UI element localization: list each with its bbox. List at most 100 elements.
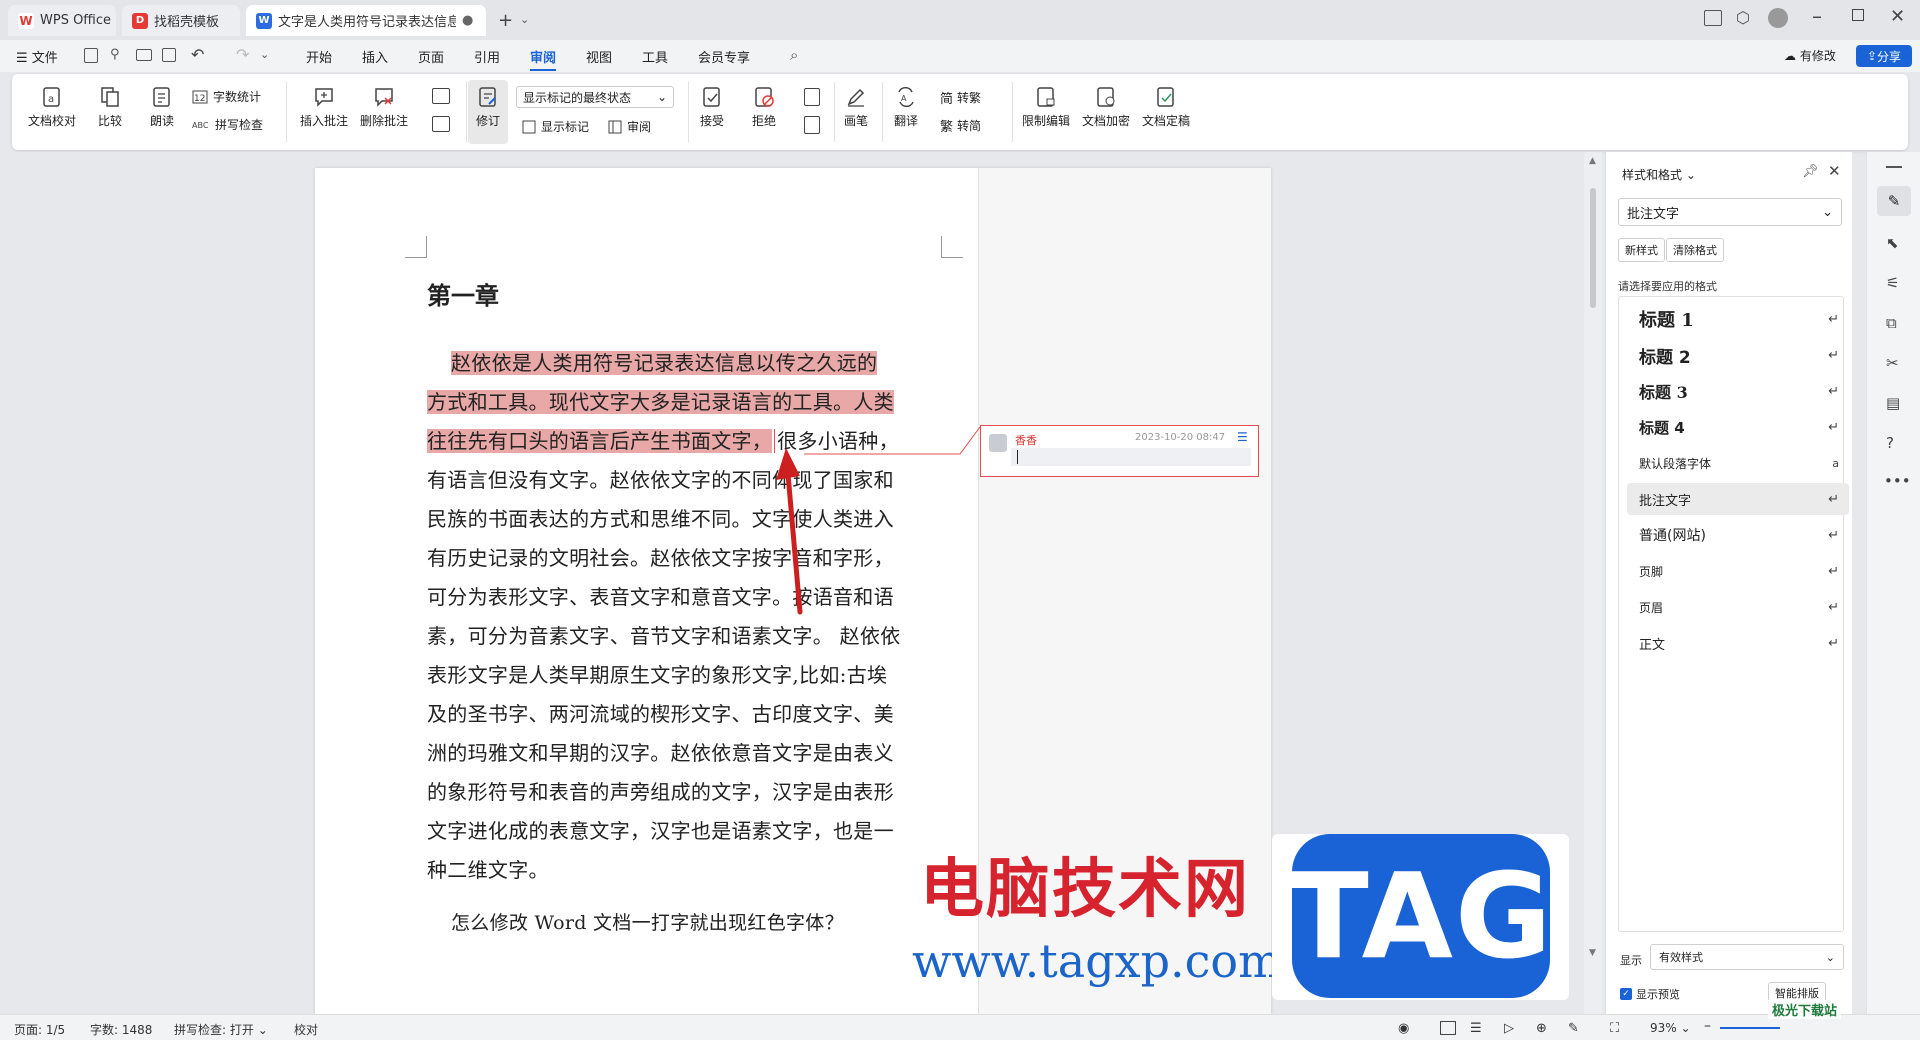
style-item-heading-2[interactable]: 标题 2 ↵: [1627, 339, 1849, 371]
help-icon[interactable]: ?: [1886, 434, 1894, 452]
more-chevron-icon[interactable]: ⌄: [260, 48, 269, 61]
new-style-button[interactable]: 新样式: [1618, 238, 1665, 262]
menu-tools[interactable]: 工具: [642, 47, 668, 66]
insert-comment-button[interactable]: 插入批注: [300, 86, 348, 129]
page-indicator[interactable]: 页面: 1/5: [14, 1021, 65, 1038]
book-icon[interactable]: ▤: [1886, 394, 1900, 412]
sliders-icon[interactable]: ⚟: [1886, 274, 1899, 292]
show-filter-select[interactable]: 有效样式 ⌄: [1650, 944, 1844, 970]
menu-insert[interactable]: 插入: [362, 47, 388, 66]
redo-icon[interactable]: ↷: [236, 45, 249, 64]
review-pane-button[interactable]: 审阅: [608, 118, 651, 135]
layout-icon[interactable]: [1704, 10, 1722, 26]
spell-check-button[interactable]: ABC 拼写检查: [192, 116, 263, 133]
track-changes-button[interactable]: 修订: [468, 80, 508, 144]
style-item-header[interactable]: 页眉 ↵: [1627, 591, 1849, 623]
print-preview-icon[interactable]: [162, 48, 176, 62]
style-item-default-font[interactable]: 默认段落字体 a: [1627, 447, 1849, 479]
next-change-icon[interactable]: [804, 116, 820, 134]
image-edit-icon[interactable]: ⧉: [1886, 314, 1897, 332]
reject-button[interactable]: 拒绝: [752, 86, 776, 129]
spell-check-status[interactable]: 拼写检查: 打开 ⌄: [174, 1021, 268, 1038]
web-view-icon[interactable]: ⊕: [1536, 1021, 1547, 1036]
to-traditional-button[interactable]: 简 转繁: [940, 88, 981, 107]
show-markup-button[interactable]: 显示标记: [522, 118, 589, 135]
menu-view[interactable]: 视图: [586, 47, 612, 66]
style-item-heading-1[interactable]: 标题 1 ↵: [1627, 303, 1849, 335]
select-cursor-icon[interactable]: ⬉: [1886, 234, 1899, 252]
next-comment-icon[interactable]: [432, 116, 450, 132]
avatar[interactable]: [1768, 8, 1788, 28]
eye-protect-icon[interactable]: ◉: [1398, 1021, 1409, 1036]
share-button[interactable]: ⇪ 分享: [1856, 45, 1912, 67]
style-item-normal-web[interactable]: 普通(网站) ↵: [1627, 519, 1849, 551]
proof-status[interactable]: 校对: [294, 1021, 318, 1038]
tab-wps-office[interactable]: W WPS Office: [8, 5, 116, 36]
menu-review[interactable]: 审阅: [530, 47, 557, 71]
scrollbar-thumb[interactable]: [1590, 188, 1596, 308]
scroll-up-icon[interactable]: ▲: [1589, 156, 1596, 166]
tools-icon[interactable]: ✂: [1886, 354, 1899, 372]
style-item-comment-text[interactable]: 批注文字 ↵: [1627, 483, 1849, 515]
prev-change-icon[interactable]: [804, 88, 820, 106]
style-item-body[interactable]: 正文 ↵: [1627, 627, 1849, 659]
restore-icon[interactable]: [1852, 9, 1864, 21]
collapse-icon[interactable]: [1886, 166, 1902, 168]
undo-icon[interactable]: ↶: [191, 45, 204, 64]
cube-icon[interactable]: ⬡: [1736, 8, 1750, 27]
minimize-icon[interactable]: –: [1812, 4, 1822, 28]
page-view-icon[interactable]: [1440, 1021, 1456, 1035]
menu-references[interactable]: 引用: [474, 47, 500, 66]
more-icon[interactable]: •••: [1884, 472, 1911, 490]
zoom-level[interactable]: 93% ⌄: [1650, 1021, 1691, 1035]
outline-view-icon[interactable]: ☰: [1470, 1021, 1482, 1036]
menu-page[interactable]: 页面: [418, 47, 444, 66]
compare-button[interactable]: 比较: [98, 86, 122, 129]
prev-comment-icon[interactable]: [432, 88, 450, 104]
styles-panel-title[interactable]: 样式和格式 ⌄: [1622, 166, 1696, 183]
doc-proof-button[interactable]: a 文档校对: [28, 86, 76, 129]
current-style-select[interactable]: 批注文字 ⌄: [1618, 198, 1842, 226]
comment-balloon[interactable]: 香香 2023-10-20 08:47 ☰: [980, 425, 1259, 477]
read-aloud-button[interactable]: 朗读: [150, 86, 174, 129]
document-body[interactable]: 第一章 赵依依是人类用符号记录表达信息以传之久远的 方式和工具。现代文字大多是记…: [427, 276, 957, 943]
has-changes-button[interactable]: ☁ 有修改: [1784, 47, 1836, 64]
comment-text-input[interactable]: [1011, 448, 1251, 466]
accept-button[interactable]: 接受: [700, 86, 724, 129]
show-preview-checkbox[interactable]: ✓ 显示预览: [1620, 986, 1680, 1002]
close-icon[interactable]: ✕: [1890, 6, 1905, 27]
finalize-button[interactable]: 文档定稿: [1142, 86, 1190, 129]
translate-button[interactable]: A 翻译: [894, 86, 918, 129]
play-icon[interactable]: ▷: [1504, 1021, 1514, 1036]
menu-home[interactable]: 开始: [306, 47, 332, 66]
restrict-edit-button[interactable]: 限制编辑: [1022, 86, 1070, 129]
word-count-button[interactable]: 12 字数统计: [192, 88, 261, 105]
file-menu[interactable]: ☰ 文件: [16, 47, 58, 66]
tab-document[interactable]: W 文字是人类用符号记录表达信息以 ●: [246, 5, 486, 36]
comment-menu-icon[interactable]: ☰: [1237, 430, 1248, 444]
link-icon[interactable]: ⚲: [110, 47, 120, 62]
pin-icon[interactable]: 📌︎: [1802, 164, 1819, 179]
new-tab-icon[interactable]: +: [498, 10, 513, 31]
close-panel-icon[interactable]: ✕: [1828, 162, 1841, 180]
print-icon[interactable]: [136, 49, 152, 61]
menu-member[interactable]: 会员专享: [698, 47, 750, 66]
style-item-heading-3[interactable]: 标题 3 ↵: [1627, 375, 1849, 407]
style-item-heading-4[interactable]: 标题 4 ↵: [1627, 411, 1849, 443]
zoom-out-icon[interactable]: –: [1704, 1018, 1711, 1034]
pen-mode-icon[interactable]: ✎: [1568, 1021, 1579, 1036]
save-icon[interactable]: [84, 48, 98, 63]
word-count-status[interactable]: 字数: 1488: [90, 1021, 152, 1038]
pen-button[interactable]: 画笔: [844, 86, 868, 129]
zoom-slider[interactable]: [1720, 1027, 1780, 1029]
style-item-footer[interactable]: 页脚 ↵: [1627, 555, 1849, 587]
pen-style-icon[interactable]: ✎: [1877, 186, 1911, 216]
fit-page-icon[interactable]: ⛶: [1610, 1021, 1619, 1036]
encrypt-button[interactable]: 文档加密: [1082, 86, 1130, 129]
clear-format-button[interactable]: 清除格式: [1666, 238, 1724, 262]
to-simplified-button[interactable]: 繁 转简: [940, 116, 981, 135]
scroll-down-icon[interactable]: ▼: [1589, 948, 1596, 958]
chevron-down-icon[interactable]: ⌄: [520, 13, 529, 26]
markup-mode-select[interactable]: 显示标记的最终状态 ⌄: [516, 86, 674, 108]
vertical-scrollbar[interactable]: ▲ ▼: [1584, 152, 1602, 1014]
